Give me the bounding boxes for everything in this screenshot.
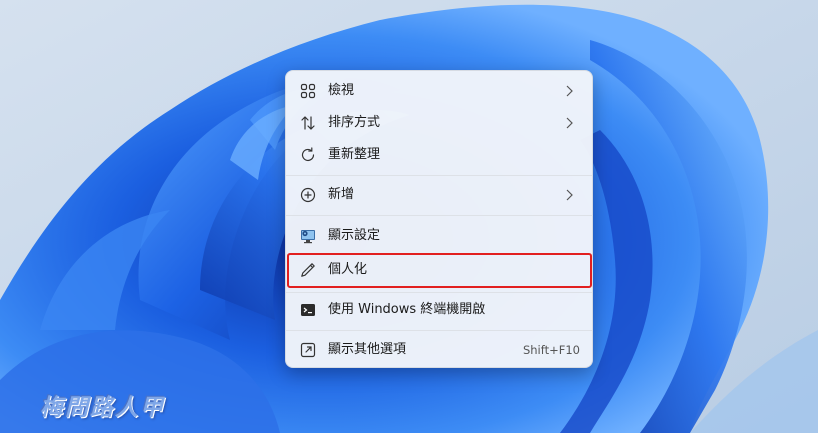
refresh-icon (300, 147, 316, 163)
menu-item-open-in-terminal[interactable]: 使用 Windows 終端機開啟 (290, 294, 588, 326)
menu-item-display-settings[interactable]: 顯示設定 (290, 220, 588, 252)
menu-item-new[interactable]: 新增 (290, 179, 588, 211)
add-circle-icon (300, 187, 316, 203)
menu-separator (286, 292, 592, 293)
menu-item-show-more-options[interactable]: 顯示其他選項 Shift+F10 (290, 334, 588, 366)
display-settings-icon (300, 228, 316, 244)
menu-item-view[interactable]: 檢視 (290, 75, 588, 107)
chevron-right-icon (566, 189, 573, 201)
watermark: 梅問路人甲 (40, 394, 165, 421)
menu-item-label: 顯示其他選項 (328, 342, 407, 357)
menu-separator (286, 215, 592, 216)
menu-item-sort-by[interactable]: 排序方式 (290, 107, 588, 139)
menu-separator (286, 330, 592, 331)
menu-item-label: 排序方式 (328, 115, 381, 130)
menu-item-label: 顯示設定 (328, 228, 381, 243)
menu-separator (286, 175, 592, 176)
menu-item-refresh[interactable]: 重新整理 (290, 139, 588, 171)
chevron-right-icon (566, 117, 573, 129)
sort-arrows-icon (300, 115, 316, 131)
menu-item-label: 使用 Windows 終端機開啟 (328, 302, 486, 317)
highlight-box (287, 253, 592, 288)
show-more-options-icon (300, 342, 316, 358)
keyboard-shortcut: Shift+F10 (522, 343, 580, 357)
grid-view-icon (300, 83, 316, 99)
menu-item-label: 重新整理 (328, 147, 381, 162)
chevron-right-icon (566, 85, 573, 97)
menu-item-label: 檢視 (328, 83, 355, 98)
context-menu: 檢視 排序方式 重新整理 新增 顯示設定 個人化 使用 Windows 終端機開… (285, 70, 593, 368)
terminal-icon (300, 302, 316, 318)
menu-item-label: 新增 (328, 187, 355, 202)
